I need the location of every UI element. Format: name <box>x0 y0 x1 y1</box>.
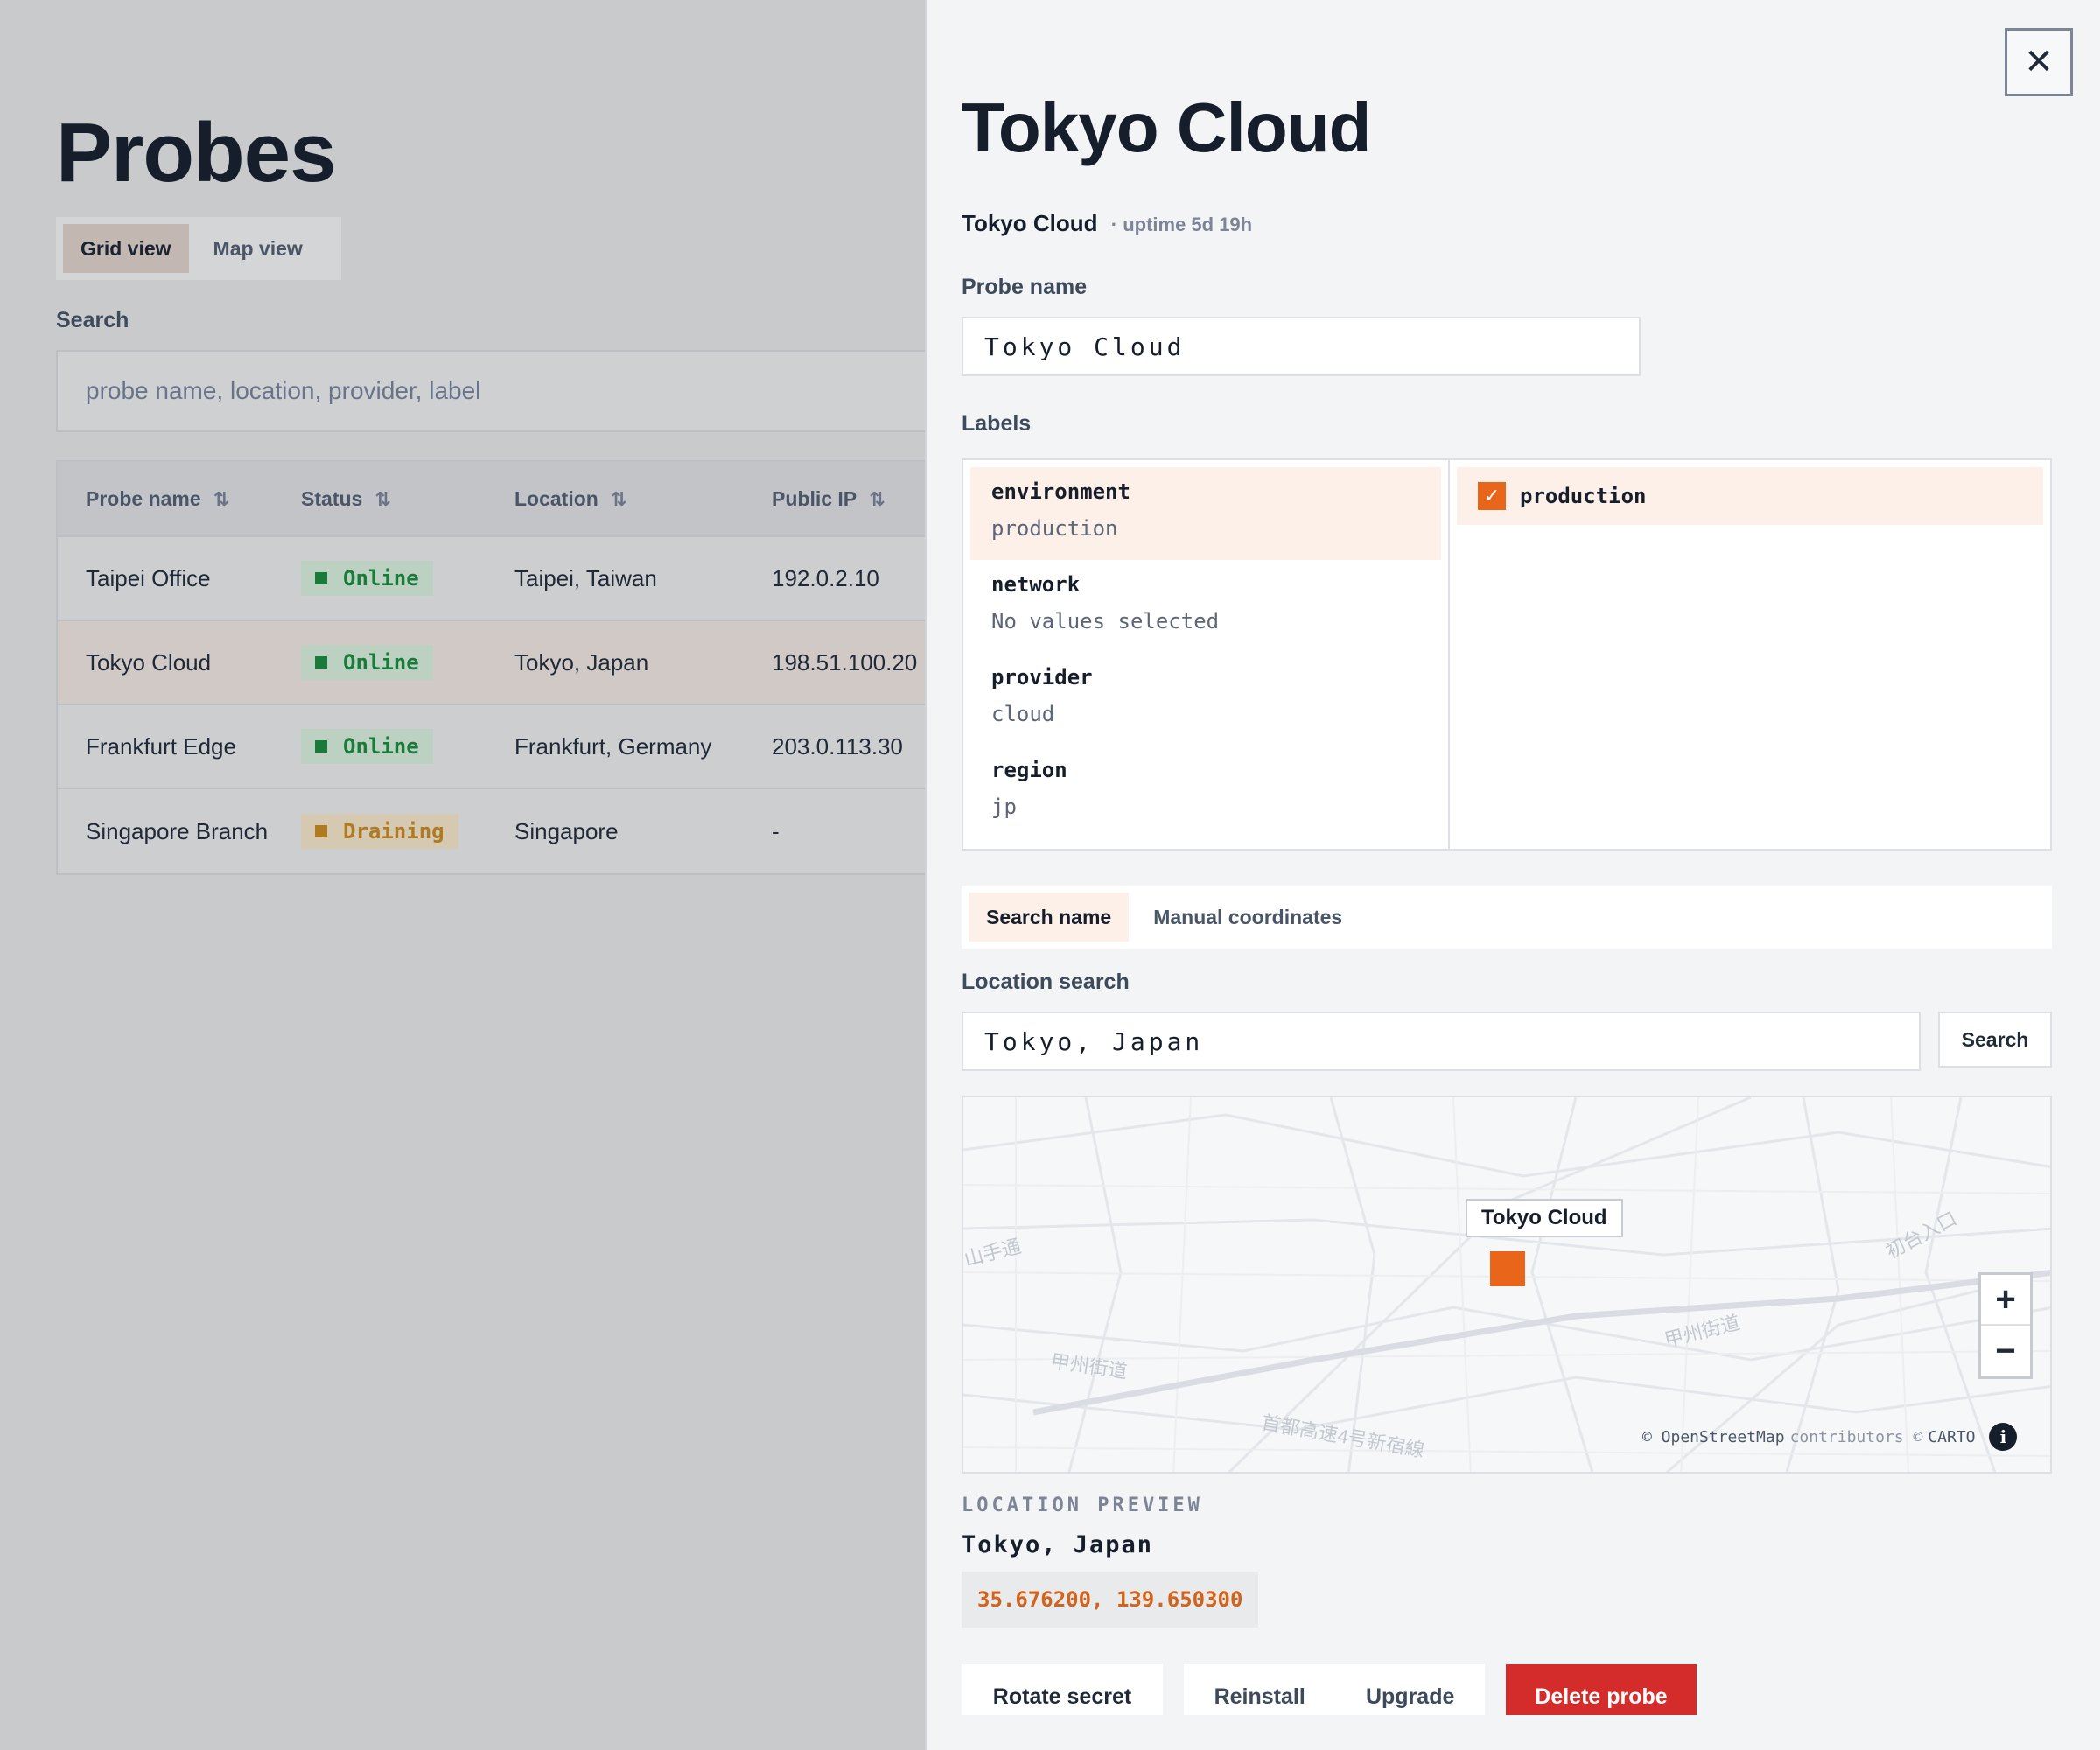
header-location[interactable]: Location ⇅ <box>514 487 772 511</box>
uptime-text: · uptime 5d 19h <box>1110 214 1253 235</box>
location-search-input[interactable]: Tokyo, Japan <box>962 1012 1921 1071</box>
status-badge: Online <box>301 645 433 680</box>
cell-probe-name: Taipei Office <box>86 564 211 592</box>
subtitle-name: Tokyo Cloud <box>962 210 1098 236</box>
cell-probe-name: Frankfurt Edge <box>86 732 236 760</box>
install-actions-group: Reinstall Upgrade <box>1184 1664 1485 1715</box>
close-button[interactable]: ✕ <box>2005 28 2073 96</box>
zoom-controls: + − <box>1978 1272 2033 1379</box>
map-marker-label: Tokyo Cloud <box>1466 1199 1623 1237</box>
location-search-label: Location search <box>962 970 1130 994</box>
header-public-ip[interactable]: Public IP ⇅ <box>772 487 925 511</box>
cell-public-ip: 198.51.100.20 <box>772 648 918 676</box>
view-toggle: Grid view Map view <box>56 217 341 280</box>
cell-public-ip: 203.0.113.30 <box>772 732 903 760</box>
panel-actions: Rotate secret Reinstall Upgrade Delete p… <box>962 1664 1697 1715</box>
status-badge: Online <box>301 561 433 596</box>
label-values-list: ✓ production <box>1450 460 2050 849</box>
info-icon[interactable]: i <box>1989 1423 2018 1451</box>
map-attribution: © OpenStreetMap contributors © CARTO i <box>1642 1423 2018 1451</box>
search-label: Search <box>56 308 130 332</box>
tab-search-name[interactable]: Search name <box>969 892 1130 942</box>
labels-editor: environment production network No values… <box>962 458 2052 850</box>
cell-location: Frankfurt, Germany <box>514 732 712 760</box>
cell-probe-name: Singapore Branch <box>86 817 269 844</box>
label-item-provider[interactable]: provider cloud <box>970 653 1441 746</box>
probe-name-label: Probe name <box>962 275 1088 299</box>
location-preview-label: LOCATION PREVIEW <box>962 1494 1203 1516</box>
delete-probe-button[interactable]: Delete probe <box>1506 1664 1697 1715</box>
probe-detail-panel: ✕ Tokyo Cloud Tokyo Cloud · uptime 5d 19… <box>925 0 2100 1750</box>
location-map[interactable]: 山手通 甲州街道 首都高速4号新宿線 甲州街道 初台入口 Tokyo Cloud… <box>962 1096 2052 1474</box>
table-row[interactable]: Tokyo Cloud Online Tokyo, Japan 198.51.1… <box>58 621 925 705</box>
table-header: Probe name ⇅ Status ⇅ Location ⇅ Public IP ⇅ <box>58 462 925 537</box>
page-title: Probes <box>56 106 336 200</box>
status-badge: Online <box>301 729 433 764</box>
grid-view-button[interactable]: Grid view <box>63 224 189 273</box>
attribution-osm-link[interactable]: © OpenStreetMap <box>1642 1428 1785 1446</box>
status-badge: Draining <box>301 814 458 849</box>
attribution-carto-link[interactable]: CARTO <box>1928 1428 1975 1446</box>
status-dot-icon <box>315 572 327 584</box>
panel-title: Tokyo Cloud <box>962 88 1371 166</box>
status-dot-icon <box>315 740 327 752</box>
cell-public-ip: 192.0.2.10 <box>772 564 879 592</box>
location-preview-name: Tokyo, Japan <box>962 1531 1154 1558</box>
location-search-button[interactable]: Search <box>1938 1012 2052 1068</box>
status-dot-icon <box>315 825 327 837</box>
cell-location: Singapore <box>514 817 619 844</box>
coordinates-badge: 35.676200, 139.650300 <box>962 1572 1259 1628</box>
cell-location: Tokyo, Japan <box>514 648 649 676</box>
header-status[interactable]: Status ⇅ <box>301 487 514 511</box>
sort-icon: ⇅ <box>610 487 627 510</box>
label-item-network[interactable]: network No values selected <box>970 560 1441 653</box>
zoom-in-button[interactable]: + <box>1981 1275 2030 1326</box>
label-item-environment[interactable]: environment production <box>970 467 1441 560</box>
probes-page: Probes Grid view Map view Search probe n… <box>0 0 925 1750</box>
checkbox-checked-icon[interactable]: ✓ <box>1478 482 1506 510</box>
probes-table: Probe name ⇅ Status ⇅ Location ⇅ Public IP ⇅… <box>56 460 925 875</box>
table-row[interactable]: Singapore Branch Draining Singapore - <box>58 789 925 873</box>
rotate-secret-button[interactable]: Rotate secret <box>962 1664 1163 1715</box>
sort-icon: ⇅ <box>869 487 886 510</box>
cell-public-ip: - <box>772 817 780 844</box>
labels-label: Labels <box>962 411 1032 436</box>
close-icon: ✕ <box>2024 43 2054 81</box>
table-row[interactable]: Frankfurt Edge Online Frankfurt, Germany… <box>58 705 925 789</box>
upgrade-button[interactable]: Upgrade <box>1366 1684 1454 1710</box>
location-mode-tabs: Search name Manual coordinates <box>962 886 2052 948</box>
table-row[interactable]: Taipei Office Online Taipei, Taiwan 192.… <box>58 537 925 621</box>
label-keys-list: environment production network No values… <box>963 460 1450 849</box>
sort-icon: ⇅ <box>213 487 230 510</box>
sort-icon: ⇅ <box>374 487 391 510</box>
search-input[interactable]: probe name, location, provider, label <box>56 350 925 432</box>
reinstall-button[interactable]: Reinstall <box>1214 1684 1306 1710</box>
zoom-out-button[interactable]: − <box>1981 1326 2030 1376</box>
cell-location: Taipei, Taiwan <box>514 564 657 592</box>
map-view-button[interactable]: Map view <box>196 224 320 273</box>
probe-name-input[interactable]: Tokyo Cloud <box>962 317 1641 376</box>
cell-probe-name: Tokyo Cloud <box>86 648 212 676</box>
map-marker-icon[interactable] <box>1490 1251 1525 1286</box>
label-value-option[interactable]: ✓ production <box>1457 467 2043 525</box>
header-probe-name[interactable]: Probe name ⇅ <box>58 487 301 511</box>
label-item-region[interactable]: region jp <box>970 746 1441 838</box>
panel-subtitle: Tokyo Cloud · uptime 5d 19h <box>962 210 1252 237</box>
tab-manual-coordinates[interactable]: Manual coordinates <box>1136 892 1360 942</box>
status-dot-icon <box>315 656 327 668</box>
